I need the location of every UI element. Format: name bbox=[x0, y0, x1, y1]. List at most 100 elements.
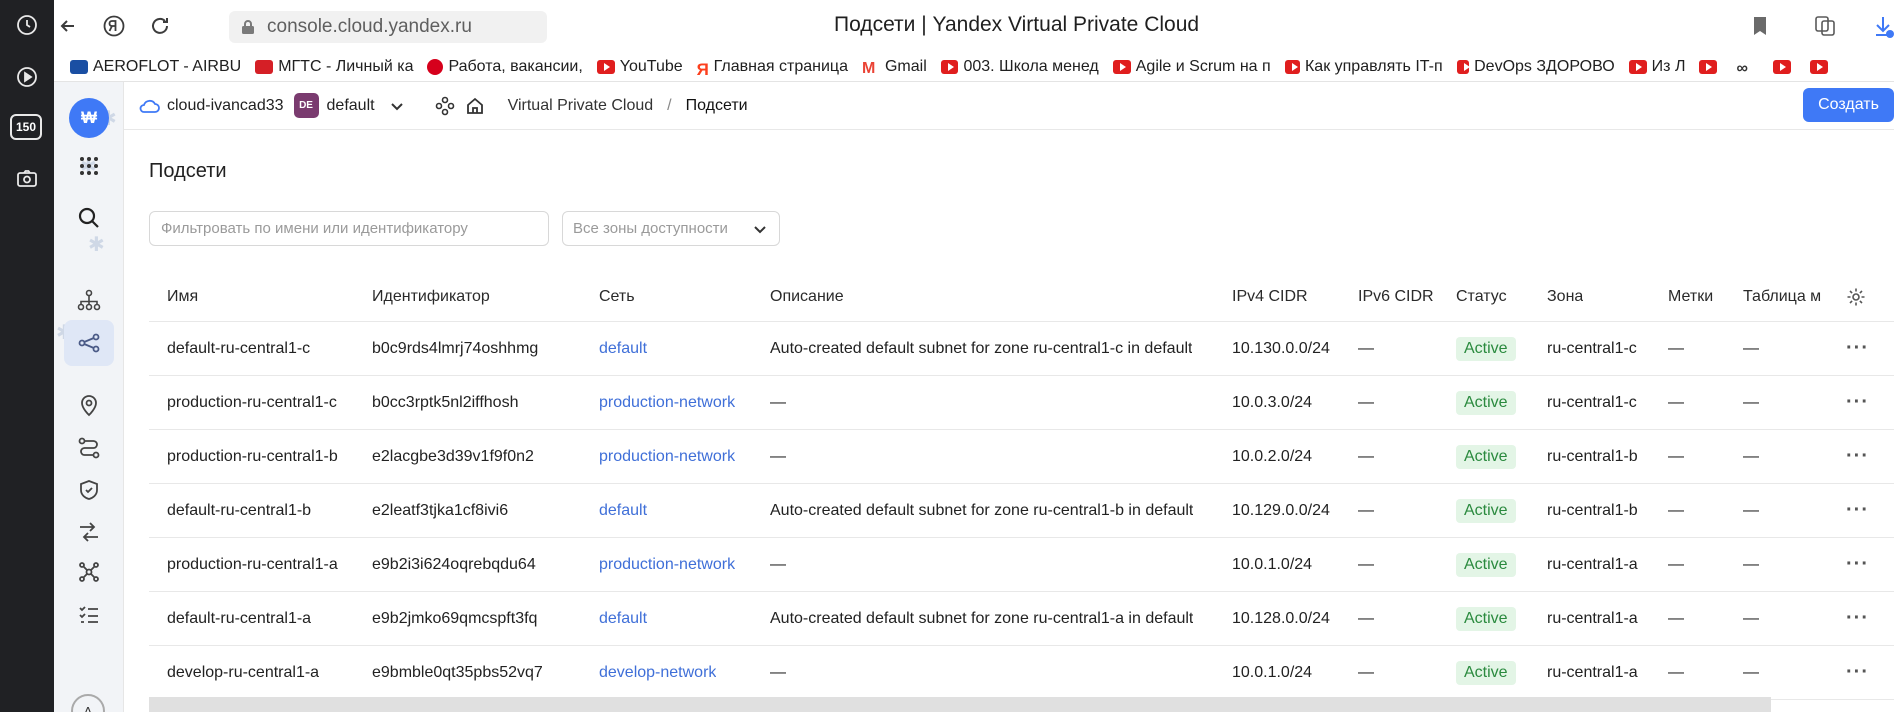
network-icon[interactable] bbox=[69, 280, 109, 320]
table-row[interactable]: production-ru-central1-a e9b2i3i624oqrebq… bbox=[149, 538, 1894, 592]
avatar[interactable]: A bbox=[71, 694, 105, 712]
column-header[interactable]: Имя bbox=[167, 272, 198, 321]
route-table: — bbox=[1743, 393, 1759, 411]
hh-icon bbox=[427, 58, 444, 75]
bookmark-item[interactable] bbox=[1699, 59, 1722, 74]
topology-icon[interactable] bbox=[69, 552, 109, 592]
gateway-icon[interactable] bbox=[69, 512, 109, 552]
route-table: — bbox=[1743, 447, 1759, 465]
subnet-name: default-ru-central1-c bbox=[167, 339, 311, 357]
chevron-down-icon bbox=[754, 226, 766, 234]
bookmark-item[interactable]: Из Л bbox=[1628, 58, 1685, 76]
breadcrumb-service[interactable]: Virtual Private Cloud bbox=[508, 97, 654, 115]
more-actions-icon[interactable]: ··· bbox=[1846, 538, 1869, 591]
column-header[interactable]: Метки bbox=[1668, 272, 1713, 321]
column-header[interactable]: IPv6 CIDR bbox=[1358, 272, 1434, 321]
column-header[interactable]: IPv4 CIDR bbox=[1232, 272, 1308, 321]
bookmark-icon[interactable] bbox=[1747, 13, 1773, 39]
filter-input[interactable]: Фильтровать по имени или идентификатору bbox=[149, 211, 549, 246]
bookmark-item[interactable]: M Gmail bbox=[861, 58, 927, 77]
table-row[interactable]: default-ru-central1-a e9b2jmko69qmcspft3f… bbox=[149, 592, 1894, 646]
table-row[interactable]: production-ru-central1-c b0cc3rptk5nl2iff… bbox=[149, 376, 1894, 430]
create-button[interactable]: Создать bbox=[1803, 88, 1894, 122]
cloud-logo[interactable]: ₩ bbox=[69, 98, 109, 138]
subnet-description: Auto-created default subnet for zone ru-… bbox=[770, 609, 1194, 627]
more-actions-icon[interactable]: ··· bbox=[1846, 376, 1869, 429]
status-cell: Active bbox=[1456, 538, 1516, 591]
network-link[interactable]: default bbox=[599, 484, 647, 537]
history-icon[interactable] bbox=[12, 10, 42, 40]
gmail-icon: M bbox=[861, 59, 876, 77]
subnets-icon[interactable] bbox=[64, 320, 114, 366]
table-header: Имя Идентификатор Сеть Описание IPv4 CID… bbox=[149, 272, 1894, 322]
table-row[interactable]: default-ru-central1-b e2leatf3tjka1cf8ivi… bbox=[149, 484, 1894, 538]
column-header[interactable]: Описание bbox=[770, 272, 844, 321]
translate-icon[interactable] bbox=[1812, 13, 1838, 39]
back-icon[interactable] bbox=[54, 12, 82, 40]
bookmark-item[interactable]: Я Главная страница bbox=[697, 58, 848, 79]
column-header[interactable]: Таблица м bbox=[1743, 272, 1823, 321]
subnet-description: Auto-created default subnet for zone ru-… bbox=[770, 501, 1194, 519]
gear-icon[interactable] bbox=[1846, 272, 1866, 321]
network-link[interactable]: default bbox=[599, 592, 647, 645]
network-link[interactable]: develop-network bbox=[599, 646, 716, 699]
table-row[interactable]: develop-ru-central1-a e9bmble0qt35pbs52vq… bbox=[149, 646, 1894, 700]
dock-badge[interactable]: 150 bbox=[10, 114, 42, 140]
youtube-icon bbox=[1810, 59, 1829, 74]
security-group-icon[interactable] bbox=[69, 470, 109, 510]
bookmark-item[interactable]: Как управлять IT-п bbox=[1284, 58, 1443, 76]
bookmark-item[interactable]: YouTube bbox=[596, 58, 683, 76]
column-header[interactable]: Зона bbox=[1547, 272, 1583, 321]
labels: — bbox=[1668, 609, 1684, 627]
horizontal-scrollbar[interactable] bbox=[149, 697, 1771, 712]
bookmark-item[interactable]: Работа, вакансии, bbox=[427, 58, 583, 76]
zone: ru-central1-c bbox=[1547, 339, 1637, 357]
folder-selector[interactable]: default bbox=[327, 97, 375, 115]
network-link[interactable]: default bbox=[599, 322, 647, 375]
bookmark-item[interactable] bbox=[1773, 59, 1796, 74]
address-bar[interactable]: console.cloud.yandex.ru bbox=[229, 11, 547, 43]
play-icon[interactable] bbox=[12, 62, 42, 92]
labels: — bbox=[1668, 663, 1684, 681]
zone-select[interactable]: Все зоны доступности bbox=[562, 211, 780, 246]
more-actions-icon[interactable]: ··· bbox=[1846, 646, 1869, 699]
bookmark-item[interactable]: AEROFLOT - AIRBU bbox=[70, 58, 241, 76]
column-header[interactable]: Статус bbox=[1456, 272, 1507, 321]
services-icon[interactable] bbox=[434, 95, 456, 117]
more-actions-icon[interactable]: ··· bbox=[1846, 484, 1869, 537]
network-link[interactable]: production-network bbox=[599, 376, 735, 429]
search-icon[interactable] bbox=[69, 198, 109, 238]
routing-icon[interactable] bbox=[69, 428, 109, 468]
ip-address-icon[interactable] bbox=[69, 386, 109, 426]
bookmark-item[interactable]: DevOps ЗДОРОВО bbox=[1456, 58, 1615, 76]
reload-icon[interactable] bbox=[146, 12, 174, 40]
ipv6-cidr: — bbox=[1358, 393, 1374, 411]
yandex-browser-icon[interactable] bbox=[100, 12, 128, 40]
cloud-selector[interactable]: cloud-ivancad33 bbox=[167, 97, 284, 115]
status-badge: Active bbox=[1456, 498, 1516, 523]
operations-list-icon[interactable] bbox=[69, 594, 109, 634]
network-link[interactable]: production-network bbox=[599, 430, 735, 483]
column-header[interactable]: Сеть bbox=[599, 272, 635, 321]
screenshot-icon[interactable] bbox=[12, 164, 42, 194]
more-actions-icon[interactable]: ··· bbox=[1846, 592, 1869, 645]
ipv6-cidr: — bbox=[1358, 447, 1374, 465]
bookmark-item[interactable]: ∞ bbox=[1736, 60, 1759, 77]
bookmark-item[interactable] bbox=[1810, 59, 1833, 74]
more-actions-icon[interactable]: ··· bbox=[1846, 322, 1869, 375]
table-row[interactable]: production-ru-central1-b e2lacgbe3d39v1f9… bbox=[149, 430, 1894, 484]
subnet-description: — bbox=[770, 663, 786, 681]
bookmark-item[interactable]: 003. Школа менед bbox=[940, 58, 1099, 76]
column-header[interactable]: Идентификатор bbox=[372, 272, 490, 321]
bookmark-item[interactable]: Agile и Scrum на п bbox=[1112, 58, 1271, 76]
bookmark-item[interactable]: МГТС - Личный ка bbox=[255, 58, 413, 76]
table-row[interactable]: default-ru-central1-c b0c9rds4lmrj74oshhm… bbox=[149, 322, 1894, 376]
chevron-down-icon[interactable] bbox=[390, 99, 404, 113]
network-link[interactable]: production-network bbox=[599, 538, 735, 591]
home-icon[interactable] bbox=[464, 95, 486, 117]
services-grid-icon[interactable] bbox=[69, 146, 109, 186]
subnet-name: develop-ru-central1-a bbox=[167, 663, 320, 681]
more-actions-icon[interactable]: ··· bbox=[1846, 430, 1869, 483]
download-icon[interactable] bbox=[1870, 13, 1894, 39]
status-cell: Active bbox=[1456, 646, 1516, 699]
